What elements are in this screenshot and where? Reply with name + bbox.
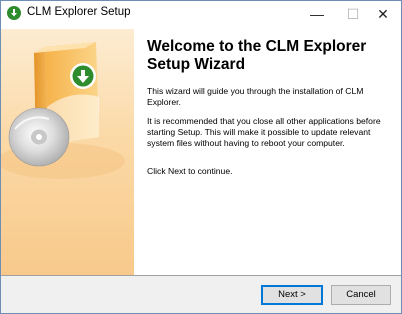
wizard-banner [1,29,134,275]
window-title: CLM Explorer Setup [27,6,131,18]
download-arrow-icon [7,6,21,20]
wizard-content: Welcome to the CLM Explorer Setup Wizard… [134,29,401,275]
welcome-heading: Welcome to the CLM Explorer Setup Wizard [147,38,367,73]
intro-paragraph: This wizard will guide you through the i… [147,86,364,107]
next-button[interactable]: Next > [261,285,323,305]
cancel-button[interactable]: Cancel [331,285,391,305]
setup-window: CLM Explorer Setup — ☐ ✕ Welcome to the … [0,0,402,314]
software-box-cd-icon [1,42,125,179]
close-button[interactable]: ✕ [361,1,401,27]
recommendation-paragraph: It is recommended that you close all oth… [147,116,381,148]
continue-instruction: Click Next to continue. [147,166,233,176]
button-bar: Next > Cancel [1,276,401,313]
title-bar[interactable]: CLM Explorer Setup — ☐ ✕ [1,1,401,29]
